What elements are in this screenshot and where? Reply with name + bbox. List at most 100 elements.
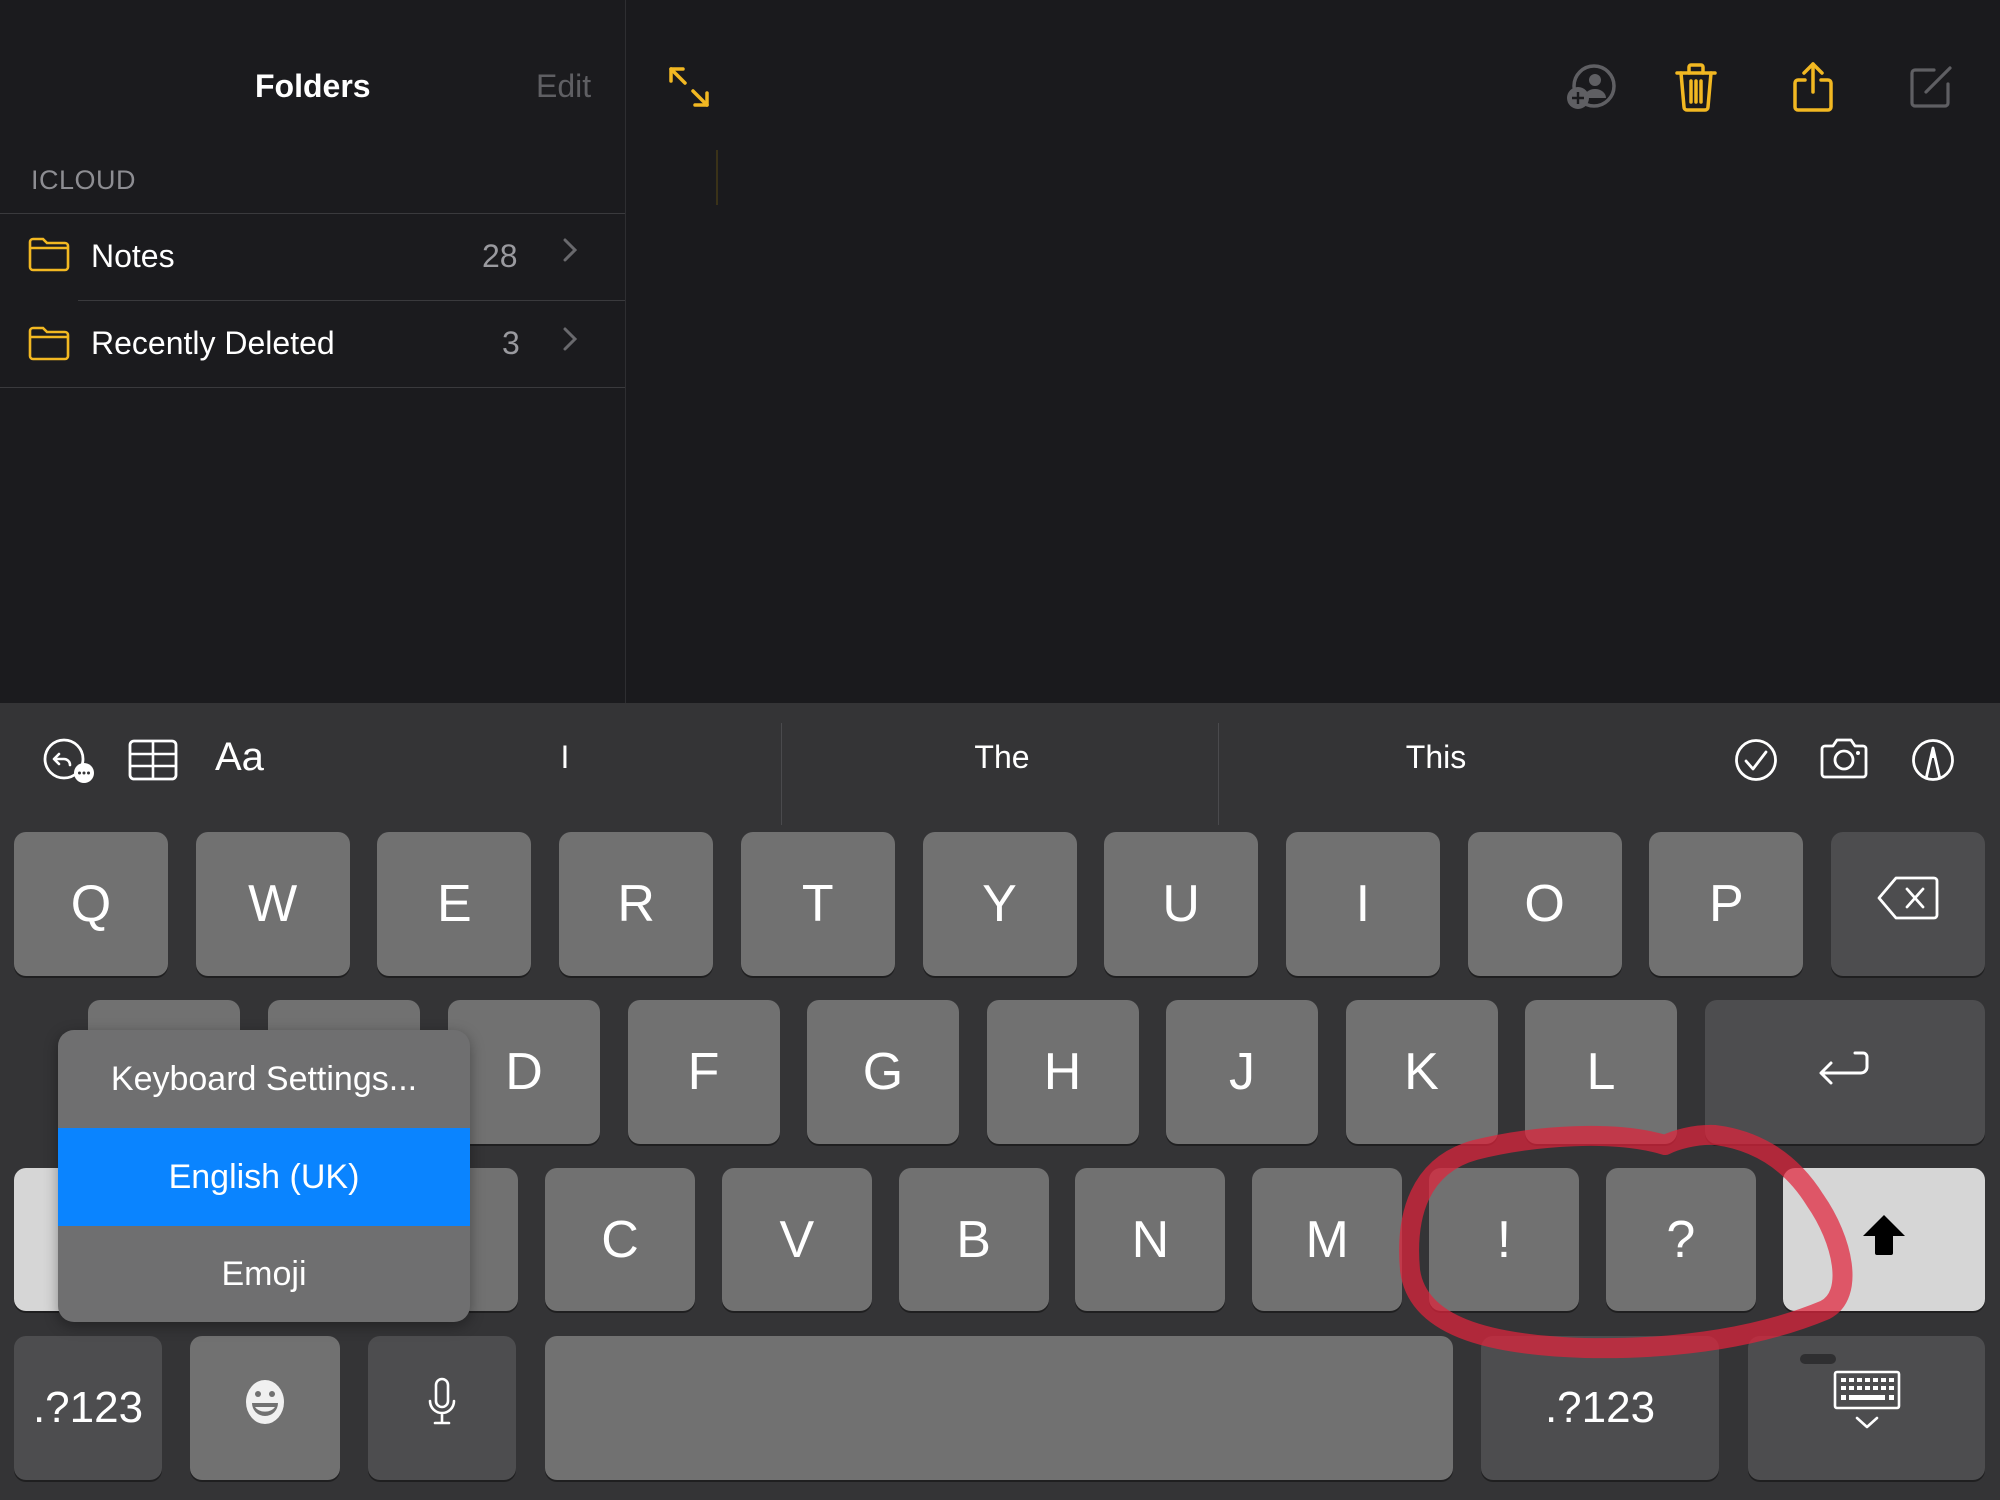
key-label: G: [862, 1043, 904, 1101]
key-label: U: [1162, 875, 1200, 933]
chevron-right-icon: [562, 234, 578, 273]
trash-icon[interactable]: [1674, 62, 1718, 117]
dismiss-keyboard-icon: [1831, 1370, 1903, 1447]
key-label: !: [1496, 1210, 1512, 1269]
key-m[interactable]: M: [1252, 1168, 1403, 1311]
key-d[interactable]: D: [448, 1000, 600, 1144]
format-button[interactable]: Aa: [215, 735, 264, 780]
key-label: T: [801, 875, 834, 933]
folder-icon: [27, 325, 71, 366]
key-i[interactable]: I: [1285, 832, 1440, 976]
camera-icon[interactable]: [1818, 738, 1870, 785]
keyboard-language-menu: Keyboard Settings... English (UK) Emoji: [58, 1030, 470, 1322]
key-label: V: [779, 1210, 815, 1269]
suggestion-2[interactable]: The: [792, 739, 1212, 776]
key-h[interactable]: H: [986, 1000, 1139, 1144]
key-label: L: [1586, 1043, 1616, 1101]
edit-button[interactable]: Edit: [536, 68, 591, 105]
key-p[interactable]: P: [1649, 832, 1804, 976]
emoji-key[interactable]: [190, 1336, 340, 1480]
key-t[interactable]: T: [740, 832, 895, 976]
key-indicator: [1800, 1354, 1836, 1364]
key-label: O: [1524, 875, 1565, 933]
emoji-face-icon: [240, 1377, 290, 1440]
menu-item-emoji[interactable]: Emoji: [58, 1226, 470, 1322]
key-label: B: [956, 1210, 991, 1269]
numbers-key-left[interactable]: .?123: [14, 1336, 162, 1480]
key-f[interactable]: F: [627, 1000, 780, 1144]
add-collaborator-icon[interactable]: [1564, 62, 1620, 117]
suggestion-3[interactable]: This: [1226, 739, 1646, 776]
key-c[interactable]: C: [545, 1168, 695, 1311]
key-label: R: [617, 875, 655, 933]
dictation-key[interactable]: [368, 1336, 516, 1480]
key-exclamation[interactable]: !: [1429, 1168, 1579, 1311]
key-o[interactable]: O: [1467, 832, 1622, 976]
menu-item-keyboard-settings[interactable]: Keyboard Settings...: [58, 1030, 470, 1128]
checklist-icon[interactable]: [1734, 738, 1778, 787]
menu-item-english-uk[interactable]: English (UK): [58, 1128, 470, 1226]
delete-key[interactable]: [1831, 832, 1985, 976]
return-key[interactable]: [1705, 1000, 1985, 1144]
key-k[interactable]: K: [1345, 1000, 1498, 1144]
folder-count: 28: [482, 238, 518, 274]
numbers-key-label: .?123: [32, 1383, 144, 1432]
folder-name: Notes: [91, 238, 175, 274]
key-y[interactable]: Y: [922, 832, 1077, 976]
divider: [781, 723, 782, 825]
shift-key-right[interactable]: [1783, 1168, 1985, 1311]
key-label: C: [601, 1210, 639, 1269]
key-u[interactable]: U: [1104, 832, 1259, 976]
key-n[interactable]: N: [1075, 1168, 1226, 1311]
undo-redo-icon[interactable]: [40, 735, 98, 790]
key-label: K: [1404, 1043, 1439, 1101]
key-label: J: [1229, 1043, 1255, 1101]
key-w[interactable]: W: [195, 832, 350, 976]
divider: [0, 387, 625, 388]
key-label: E: [437, 875, 472, 933]
key-q[interactable]: Q: [14, 832, 168, 976]
divider: [1218, 723, 1219, 825]
folder-row-notes[interactable]: Notes 28: [0, 214, 625, 300]
key-b[interactable]: B: [898, 1168, 1049, 1311]
share-icon[interactable]: [1791, 60, 1835, 119]
key-label: Y: [982, 875, 1017, 933]
key-label: I: [1355, 875, 1371, 933]
delete-icon: [1876, 874, 1940, 934]
key-question[interactable]: ?: [1605, 1168, 1756, 1311]
key-label: F: [687, 1043, 720, 1101]
key-e[interactable]: E: [377, 832, 532, 976]
key-r[interactable]: R: [559, 832, 714, 976]
key-label: ?: [1666, 1210, 1696, 1269]
shift-arrow-icon: [1861, 1210, 1907, 1270]
key-label: D: [505, 1043, 543, 1101]
microphone-icon: [427, 1377, 457, 1440]
key-label: W: [248, 875, 298, 933]
note-detail-pane[interactable]: [626, 0, 2000, 703]
suggestion-1[interactable]: I: [355, 739, 775, 776]
numbers-key-label: .?123: [1544, 1383, 1656, 1432]
key-l[interactable]: L: [1525, 1000, 1677, 1144]
key-label: H: [1043, 1043, 1082, 1101]
dismiss-keyboard-key[interactable]: [1748, 1336, 1985, 1480]
page-title: Folders: [255, 68, 371, 104]
key-label: P: [1708, 875, 1744, 933]
table-icon[interactable]: [128, 739, 178, 786]
folders-sidebar: Folders Edit ICLOUD Notes 28 Recently De…: [0, 0, 626, 703]
chevron-right-icon: [562, 323, 578, 362]
numbers-key-right[interactable]: .?123: [1481, 1336, 1719, 1480]
key-label: N: [1131, 1210, 1170, 1269]
key-v[interactable]: V: [721, 1168, 872, 1311]
folder-name: Recently Deleted: [91, 325, 335, 361]
key-label: Q: [70, 875, 112, 933]
section-label-icloud: ICLOUD: [31, 165, 137, 195]
key-j[interactable]: J: [1166, 1000, 1318, 1144]
compose-icon[interactable]: [1908, 64, 1954, 115]
return-icon: [1817, 1042, 1873, 1102]
key-g[interactable]: G: [807, 1000, 959, 1144]
key-label: M: [1305, 1210, 1349, 1269]
folder-row-recently-deleted[interactable]: Recently Deleted 3: [0, 301, 625, 387]
expand-arrows-icon[interactable]: [667, 65, 711, 114]
space-bar[interactable]: [545, 1336, 1453, 1480]
markup-pen-icon[interactable]: [1911, 738, 1955, 787]
